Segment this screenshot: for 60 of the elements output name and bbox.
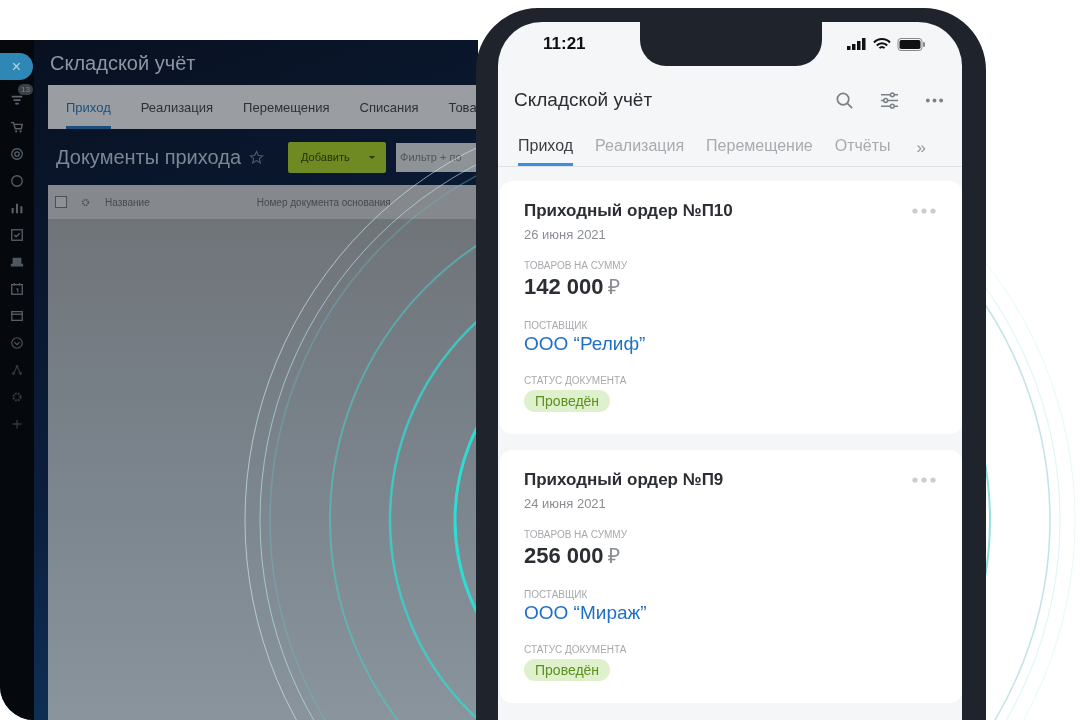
nodes-icon[interactable] — [10, 363, 24, 377]
field-label: ПОСТАВЩИК — [524, 320, 589, 331]
column-header[interactable]: Номер документа основания — [256, 196, 391, 208]
card-date: 26 июня 2021 — [524, 227, 607, 242]
target-icon[interactable] — [10, 147, 24, 161]
status-time: 11:21 — [543, 34, 586, 54]
star-icon[interactable] — [249, 149, 265, 165]
document-card[interactable]: Приходный ордер №П10 26 июня 2021 ТОВАРОВ НА СУММУ 142 000 ₽ ПОСТАВЩИК ООО “Релиф” СТАТУС ДОКУМЕНТА Проведён — [500, 181, 962, 434]
filter-icon[interactable] — [10, 93, 24, 107]
search-icon[interactable] — [835, 90, 854, 110]
field-label: ТОВАРОВ НА СУММУ — [524, 529, 629, 540]
sliders-icon[interactable] — [880, 90, 899, 110]
document-card[interactable]: Приходный ордер №П9 24 июня 2021 ТОВАРОВ НА СУММУ 256 000 ₽ ПОСТАВЩИК ООО “Мираж” СТАТУС ДОКУМЕНТА Проведён — [500, 450, 962, 703]
filter-field[interactable]: Фильтр + по — [396, 142, 477, 172]
calendar-icon[interactable] — [10, 282, 24, 296]
supplier-link[interactable]: ООО “Мираж” — [524, 602, 647, 624]
currency-sign: ₽ — [608, 544, 620, 567]
tab[interactable]: Това — [448, 85, 477, 129]
settings-icon[interactable] — [80, 196, 91, 208]
card-date: 24 июня 2021 — [524, 496, 607, 511]
field-label: СТАТУС ДОКУМЕНТА — [524, 644, 628, 655]
battery-icon — [897, 37, 926, 51]
app-title: Складской учёт — [514, 89, 654, 111]
chevron-down-circle-icon[interactable] — [10, 336, 24, 350]
tab[interactable]: Реализация — [140, 85, 214, 129]
more-icon[interactable] — [912, 477, 936, 483]
window-icon[interactable] — [10, 309, 24, 323]
cart-icon[interactable] — [10, 120, 24, 134]
settings-icon[interactable] — [10, 390, 24, 404]
field-label: ПОСТАВЩИК — [524, 589, 589, 600]
card-title: Приходный ордер №П10 — [524, 201, 734, 221]
supplier-link[interactable]: ООО “Релиф” — [524, 333, 646, 355]
tab[interactable]: Приход — [518, 130, 574, 166]
tray-icon[interactable] — [10, 255, 24, 269]
checkbox-icon[interactable] — [10, 228, 24, 242]
close-button[interactable]: × — [0, 53, 33, 80]
caret-icon — [368, 154, 377, 160]
tab[interactable]: Списания — [359, 85, 419, 129]
page-title: Документы прихода — [56, 145, 242, 169]
field-label: СТАТУС ДОКУМЕНТА — [524, 375, 628, 386]
app-title: Складской учёт — [49, 51, 197, 76]
more-tabs-button[interactable]: » — [912, 130, 927, 166]
currency-sign: ₽ — [608, 275, 620, 298]
bar-chart-icon[interactable] — [10, 201, 24, 215]
field-label: ТОВАРОВ НА СУММУ — [524, 260, 629, 271]
column-header[interactable]: Название — [105, 196, 150, 208]
plus-icon[interactable] — [10, 417, 24, 431]
more-icon[interactable] — [912, 208, 936, 214]
tab[interactable]: Приход — [66, 85, 111, 129]
counter-badge: 13 — [18, 84, 33, 95]
status-badge: Проведён — [524, 390, 611, 412]
tab[interactable]: Перемещения — [243, 85, 330, 129]
amount-value: 256 000 — [524, 543, 604, 568]
add-button[interactable]: Добавить — [288, 141, 387, 173]
card-title: Приходный ордер №П9 — [524, 470, 725, 490]
signal-icon — [847, 38, 867, 50]
checkbox[interactable] — [55, 196, 67, 208]
wifi-icon — [873, 37, 891, 51]
amount-value: 142 000 — [524, 274, 604, 299]
status-badge: Проведён — [524, 659, 611, 681]
